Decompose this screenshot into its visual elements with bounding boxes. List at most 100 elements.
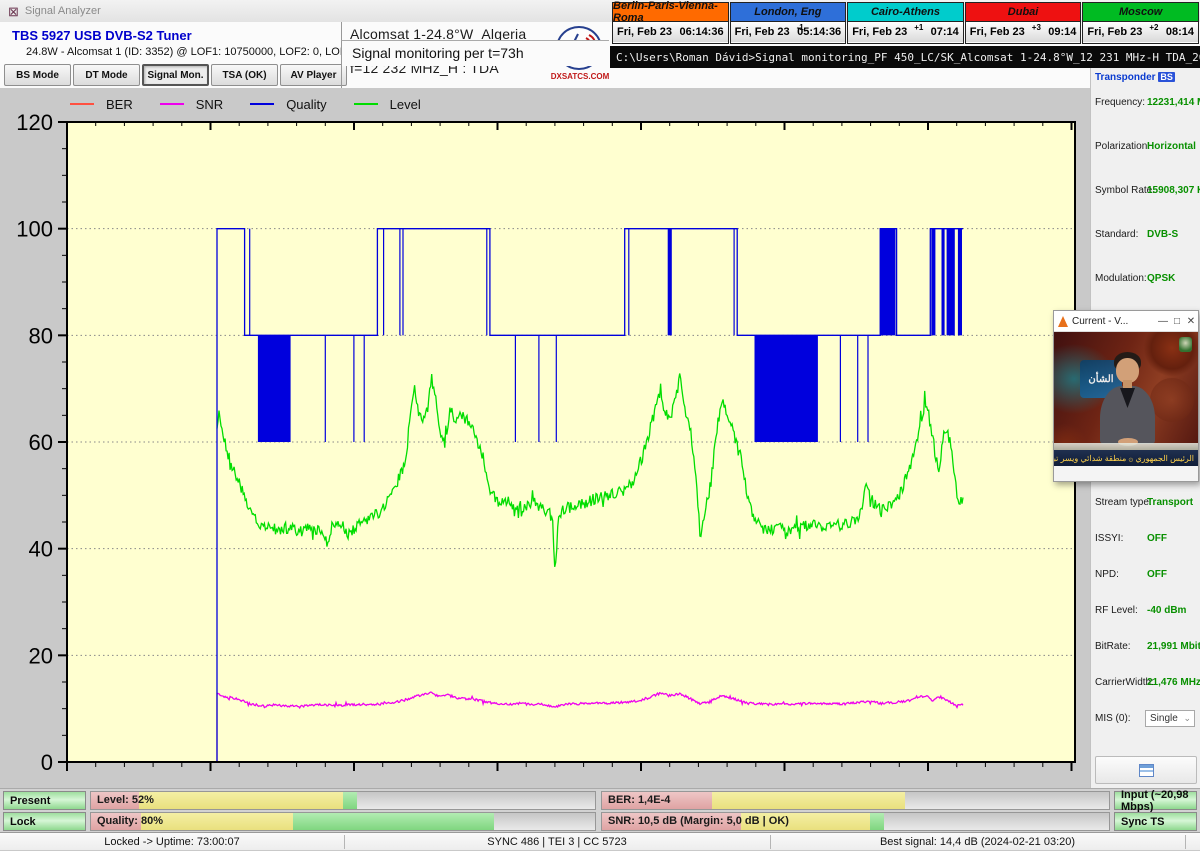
chevron-down-icon: ⌄ <box>1183 713 1191 724</box>
quality-label: Quality: 80% <box>97 815 163 827</box>
row-label-carrier-width: CarrierWidth: <box>1095 677 1154 688</box>
presenter-neck <box>1123 380 1132 388</box>
video-titlebar[interactable]: Current - V... — □ ✕ <box>1054 311 1198 332</box>
news-ticker: الرئيس الجمهوري ۞ منطقة شدائي ويسر تبادل <box>1054 450 1198 466</box>
row-label-npd: NPD: <box>1095 569 1119 580</box>
quality-meter: Quality: 80% <box>90 812 596 831</box>
svg-text:100: 100 <box>16 217 53 242</box>
video-content[interactable]: الشأن الرئيس الجمهوري ۞ منطقة شدائي ويسر… <box>1054 332 1198 466</box>
clock-offset: +2 <box>1149 23 1158 32</box>
minimize-icon[interactable]: — <box>1156 316 1170 327</box>
status-divider <box>344 835 345 849</box>
svg-text:120: 120 <box>16 110 53 135</box>
present-indicator: Present <box>3 791 86 810</box>
snr-label: SNR: 10,5 dB (Margin: 5,0 dB | OK) <box>608 815 789 827</box>
legend-item-quality: Quality <box>250 97 326 112</box>
row-label-stream-type: Stream type: <box>1095 497 1152 508</box>
row-label-frequency: Frequency: <box>1095 97 1145 108</box>
tab-bs-mode[interactable]: BS Mode <box>4 64 71 86</box>
clock-time: 08:14 <box>1166 26 1194 38</box>
world-clocks: Berlin-Paris-Vienna-Roma Fri, Feb 2306:1… <box>612 2 1200 44</box>
row-value-bitrate: 21,991 Mbit/s <box>1147 641 1200 652</box>
clock-city: Dubai <box>966 3 1081 22</box>
tab-dt-mode[interactable]: DT Mode <box>73 64 140 86</box>
quality-green-zone <box>293 813 495 830</box>
status-bar: Locked -> Uptime: 73:00:07 SYNC 486 | TE… <box>0 832 1200 850</box>
legend-item-level: Level <box>354 97 421 112</box>
level-green-zone <box>343 792 357 809</box>
status-uptime: Locked -> Uptime: 73:00:07 <box>0 833 344 851</box>
app-icon: ⊠ <box>8 5 19 18</box>
row-label-issyi: ISSYI: <box>1095 533 1123 544</box>
status-sync-counts: SYNC 486 | TEI 3 | CC 5723 <box>344 833 770 851</box>
chart-legend: BER SNR Quality Level <box>70 94 448 114</box>
tab-tsa[interactable]: TSA (OK) <box>211 64 278 86</box>
svg-text:80: 80 <box>29 323 53 348</box>
status-divider <box>1185 835 1186 849</box>
mis-dropdown[interactable]: Single ⌄ <box>1145 710 1195 727</box>
signal-chart: 020406080100120 <box>0 88 1090 788</box>
clock-date: Fri, Feb 23 <box>735 26 790 38</box>
console-path: C:\Users\Roman Dávid>Signal monitoring_P… <box>610 46 1200 68</box>
chart-region: 020406080100120 BER SNR Quality Level <box>0 88 1090 788</box>
list-window-icon <box>1139 764 1154 777</box>
tuner-subtitle: 24.8W - Alcomsat 1 (ID: 3352) @ LOF1: 10… <box>26 46 376 58</box>
clock-london: London, Eng Fri, Feb 23-105:14:36 <box>730 2 847 44</box>
tab-signal-mon[interactable]: Signal Mon. <box>142 64 209 86</box>
row-label-modulation: Modulation: <box>1095 273 1147 284</box>
clock-moscow: Moscow Fri, Feb 23 +2 08:14 <box>1082 2 1199 44</box>
legend-item-snr: SNR <box>160 97 223 112</box>
row-value-rf-level: -40 dBm <box>1147 605 1186 616</box>
lock-indicator: Lock <box>3 812 86 831</box>
snr-meter: SNR: 10,5 dB (Margin: 5,0 dB | OK) <box>601 812 1110 831</box>
row-value-polarization: Horizontal <box>1147 141 1196 152</box>
studio-desk <box>1054 443 1198 450</box>
mode-tabs: BS Mode DT Mode Signal Mon. TSA (OK) AV … <box>4 64 349 86</box>
sync-ts-indicator: Sync TS <box>1114 812 1197 831</box>
video-player-window: Current - V... — □ ✕ الشأن الرئيس الجمهو… <box>1053 310 1199 482</box>
row-label-bitrate: BitRate: <box>1095 641 1131 652</box>
legend-item-ber: BER <box>70 97 133 112</box>
clock-time: 09:14 <box>1048 26 1076 38</box>
tuner-title: TBS 5927 USB DVB-S2 Tuner <box>12 28 192 43</box>
clock-city: Berlin-Paris-Vienna-Roma <box>613 3 728 22</box>
clock-offset: +1 <box>914 23 923 32</box>
tab-av-player[interactable]: AV Player <box>280 64 347 86</box>
vlc-cone-icon <box>1058 316 1068 327</box>
close-icon[interactable]: ✕ <box>1184 316 1198 327</box>
row-value-issyi: OFF <box>1147 533 1167 544</box>
status-divider <box>770 835 771 849</box>
level-yellow-zone <box>139 792 343 809</box>
row-value-npd: OFF <box>1147 569 1167 580</box>
monitoring-label: Signal monitoring per t=73h <box>341 40 609 66</box>
maximize-icon[interactable]: □ <box>1170 316 1184 327</box>
svg-text:40: 40 <box>29 537 53 562</box>
bs-badge: BS <box>1158 72 1175 82</box>
clock-date: Fri, Feb 23 <box>1087 26 1142 38</box>
app-title: Signal Analyzer <box>25 5 101 17</box>
clock-dubai: Dubai Fri, Feb 23+309:14 <box>965 2 1082 44</box>
svg-text:0: 0 <box>41 750 53 775</box>
clock-city: Moscow <box>1083 3 1198 22</box>
level-meter: Level: 52% <box>90 791 596 810</box>
panel-button[interactable] <box>1095 756 1197 784</box>
ber-label: BER: 1,4E-4 <box>608 794 670 806</box>
ber-meter: BER: 1,4E-4 <box>601 791 1110 810</box>
snr-line-swatch <box>160 103 184 105</box>
row-value-modulation: QPSK <box>1147 273 1175 284</box>
row-value-symbol-rate: 15908,307 KS/s <box>1147 185 1200 196</box>
level-line-swatch <box>354 103 378 105</box>
input-indicator: Input (~20,98 Mbps) <box>1114 791 1197 810</box>
clock-berlin: Berlin-Paris-Vienna-Roma Fri, Feb 2306:1… <box>612 2 729 44</box>
backdrop-shape <box>1150 378 1194 422</box>
mis-label: MIS (0): <box>1095 713 1131 724</box>
level-label: Level: 52% <box>97 794 154 806</box>
ber-yellow-zone <box>712 792 905 809</box>
snr-green-zone <box>870 813 884 830</box>
channel-logo <box>1179 337 1192 352</box>
row-label-standard: Standard: <box>1095 229 1138 240</box>
status-best-signal: Best signal: 14,4 dB (2024-02-21 03:20) <box>770 833 1185 851</box>
clock-offset: +3 <box>1032 23 1041 32</box>
logo-text: DXSATCS.COM <box>550 72 610 81</box>
clock-date: Fri, Feb 23 <box>617 26 672 38</box>
